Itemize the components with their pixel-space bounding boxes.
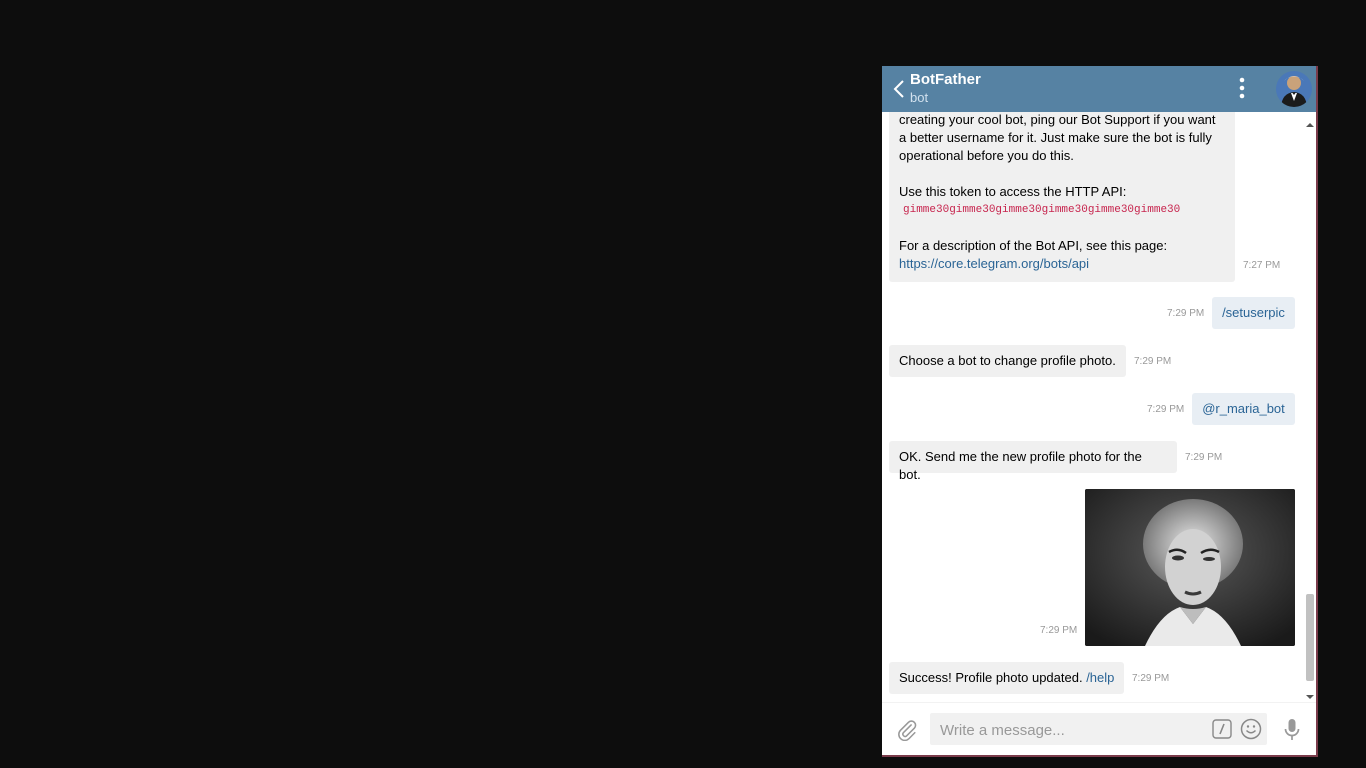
slash-command-icon[interactable] xyxy=(1212,719,1232,739)
scroll-up-icon[interactable] xyxy=(1305,116,1315,127)
message-time: 7:29 PM xyxy=(1134,356,1172,367)
message-composer xyxy=(882,702,1316,755)
message-text: Success! Profile photo updated. xyxy=(899,670,1083,685)
chat-window: BotFather bot creating your cool bot, pi… xyxy=(882,66,1318,757)
chat-title[interactable]: BotFather xyxy=(910,71,981,88)
message-bubble: creating your cool bot, ping our Bot Sup… xyxy=(889,112,1235,282)
message-time: 7:29 PM xyxy=(1132,673,1170,684)
message-input-box xyxy=(930,713,1267,747)
message-text: a better username for it. Just make sure… xyxy=(899,130,1212,145)
message-text: For a description of the Bot API, see th… xyxy=(899,238,1168,253)
message-time: 7:29 PM xyxy=(1185,452,1223,463)
message-time: 7:29 PM xyxy=(1040,625,1078,636)
command-message[interactable]: @r_maria_bot xyxy=(1192,393,1295,425)
vertical-dots-icon[interactable] xyxy=(1234,76,1250,104)
chevron-left-icon[interactable] xyxy=(890,78,908,100)
message-bubble: OK. Send me the new profile photo for th… xyxy=(889,441,1177,482)
message-text: Use this token to access the HTTP API: xyxy=(899,184,1127,199)
chat-header: BotFather bot xyxy=(882,66,1316,112)
message-list[interactable]: creating your cool bot, ping our Bot Sup… xyxy=(882,112,1304,702)
photo-message[interactable] xyxy=(1085,489,1295,646)
scroll-thumb[interactable] xyxy=(1306,594,1314,681)
scrollbar[interactable] xyxy=(1303,112,1316,702)
message-input[interactable] xyxy=(938,713,1212,747)
message-text: creating your cool bot, ping our Bot Sup… xyxy=(899,112,1216,127)
bot-token[interactable]: gimme30gimme30gimme30gimme30gimme30gimme… xyxy=(899,201,1225,219)
api-link[interactable]: https://core.telegram.org/bots/api xyxy=(899,255,1225,273)
microphone-icon[interactable] xyxy=(1282,717,1302,743)
message-bubble: Success! Profile photo updated. /help xyxy=(889,662,1124,694)
paperclip-icon[interactable] xyxy=(896,719,918,742)
message-time: 7:29 PM xyxy=(1147,404,1185,415)
help-command-link[interactable]: /help xyxy=(1086,670,1114,685)
chat-subtitle: bot xyxy=(910,90,929,105)
message-text: operational before you do this. xyxy=(899,148,1074,163)
avatar[interactable] xyxy=(1276,71,1312,107)
scroll-down-icon[interactable] xyxy=(1305,688,1315,699)
message-time: 7:29 PM xyxy=(1167,308,1205,319)
message-bubble: Choose a bot to change profile photo. xyxy=(889,345,1126,377)
smiley-icon[interactable] xyxy=(1240,718,1262,740)
message-time: 7:27 PM xyxy=(1243,260,1281,271)
command-message[interactable]: /setuserpic xyxy=(1212,297,1295,329)
